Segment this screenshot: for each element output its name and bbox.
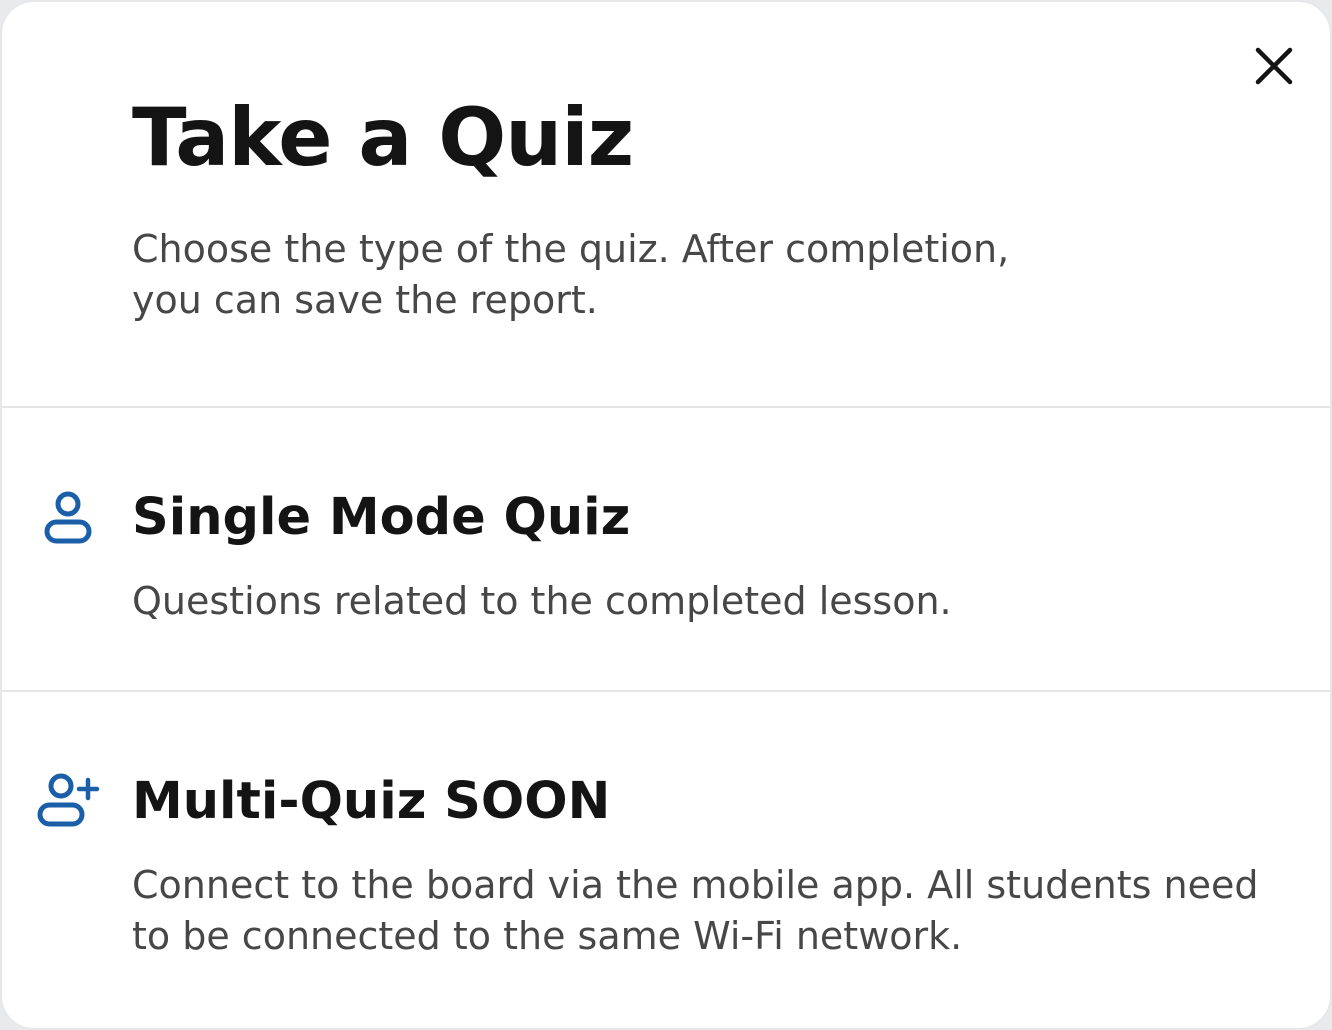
multi-quiz-description: Connect to the board via the mobile app.… [132,863,1259,958]
user-plus-icon [36,772,102,832]
close-button[interactable] [1252,44,1296,88]
single-mode-quiz-title: Single Mode Quiz [132,488,631,547]
dialog-header: Take a Quiz Choose the type of the quiz.… [2,2,1330,408]
multi-quiz-option[interactable]: Multi-Quiz SOON Connect to the board via… [2,694,1330,1028]
single-mode-quiz-description: Questions related to the completed lesso… [132,579,952,623]
dialog-subtitle: Choose the type of the quiz. After compl… [132,227,1010,322]
single-mode-quiz-option[interactable]: Single Mode Quiz Questions related to th… [2,408,1330,692]
quiz-dialog: Take a Quiz Choose the type of the quiz.… [0,0,1332,1030]
multi-quiz-title: Multi-Quiz SOON [132,772,611,831]
dialog-title: Take a Quiz [132,91,634,184]
user-icon [36,490,102,550]
close-icon [1255,47,1293,85]
